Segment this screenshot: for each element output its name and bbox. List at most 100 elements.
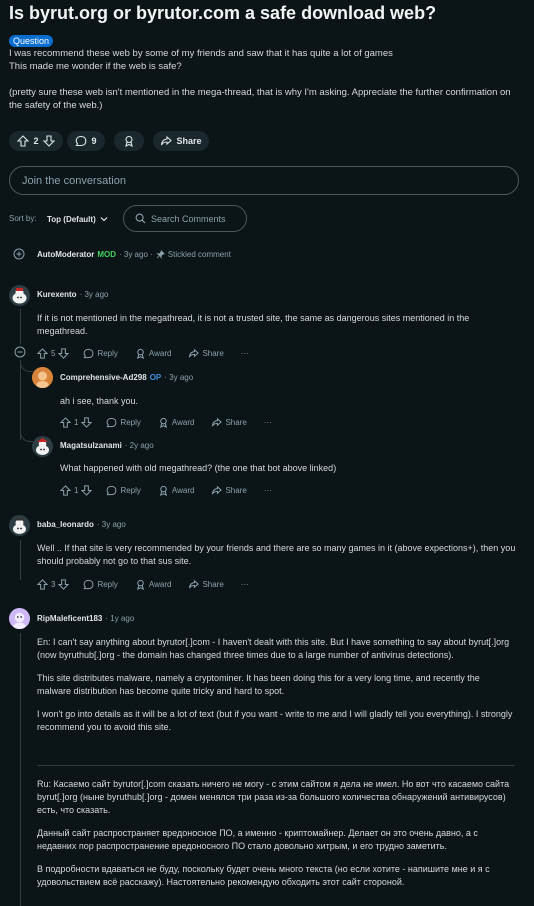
award-label: Award <box>171 485 195 495</box>
reply-label: Reply <box>120 417 141 427</box>
comment-time: · 1y ago <box>105 614 135 623</box>
downvote-icon[interactable] <box>81 416 93 428</box>
comment-author[interactable]: AutoModerator <box>37 250 94 259</box>
comment-body: ah i see, thank you. <box>60 396 139 406</box>
join-conversation-input[interactable]: Join the conversation <box>9 166 519 195</box>
award-button[interactable]: Award <box>135 579 171 590</box>
comment-author[interactable]: Comprehensive-Ad298 <box>60 373 147 382</box>
post-body-line1: I was recommend these web by some of my … <box>9 48 393 59</box>
thread-line[interactable] <box>20 540 21 580</box>
more-options-button[interactable]: ··· <box>264 486 272 495</box>
comment-body: En: I can't say anything about byrutor[.… <box>37 636 515 734</box>
post-award-button[interactable] <box>114 131 144 151</box>
comment-author[interactable]: baba_leonardo <box>37 520 94 529</box>
comment-body: If it is not mentioned in the megathread… <box>37 313 470 336</box>
vote-count: 5 <box>51 348 56 358</box>
share-icon <box>211 417 223 428</box>
upvote-icon[interactable] <box>37 578 48 590</box>
comment-body-ru: Ru: Касаемо сайт byrutor[.]com сказать н… <box>37 778 515 889</box>
comment-paragraph: En: I can't say anything about byrutor[.… <box>37 637 510 660</box>
upvote-icon[interactable] <box>60 416 71 428</box>
comment-header: Magatsulzanami · 2y ago <box>60 441 154 450</box>
reply-button[interactable]: Reply <box>106 417 141 428</box>
share-icon <box>188 348 200 359</box>
award-label: Award <box>148 348 172 358</box>
downvote-icon[interactable] <box>42 135 55 147</box>
comment-time: · 3y ago <box>96 520 126 529</box>
comment-actions: 5 Reply Award Share ··· <box>37 346 249 360</box>
award-button[interactable]: Award <box>158 417 195 428</box>
comment-icon <box>83 579 94 590</box>
reply-button[interactable]: Reply <box>83 579 118 590</box>
comment-time: · 3y ago <box>164 373 194 382</box>
share-icon <box>211 485 223 496</box>
avatar[interactable] <box>9 608 30 629</box>
upvote-icon[interactable] <box>60 484 71 496</box>
more-options-button[interactable]: ··· <box>241 349 249 358</box>
downvote-icon[interactable] <box>81 484 93 496</box>
share-icon <box>160 135 173 147</box>
post-vote-count: 2 <box>33 136 39 146</box>
comment-author[interactable]: Magatsulzanami <box>60 441 122 450</box>
expand-comment-button[interactable] <box>13 248 25 260</box>
comment-actions: 1 Reply Award Share ··· <box>60 483 272 497</box>
comment-author[interactable]: RipMaleficent183 <box>37 614 102 623</box>
thread-elbow <box>20 360 33 372</box>
divider <box>37 765 515 766</box>
share-button[interactable]: Share <box>211 417 247 428</box>
award-button[interactable]: Award <box>135 348 172 359</box>
vote-group: 3 <box>37 578 70 590</box>
thread-line[interactable] <box>20 309 21 344</box>
minus-circle-icon <box>14 346 26 358</box>
search-comments-input[interactable]: Search Comments <box>123 205 247 232</box>
comment-actions: 1 Reply Award Share ··· <box>60 415 272 429</box>
upvote-icon[interactable] <box>37 347 48 359</box>
award-button[interactable]: Award <box>158 485 195 496</box>
more-options-button[interactable]: ··· <box>264 418 272 427</box>
post-vote-pill: 2 <box>9 131 63 151</box>
vote-group: 5 <box>37 347 70 359</box>
avatar[interactable] <box>9 285 30 306</box>
comment-header: Comprehensive-Ad298 OP · 3y ago <box>60 373 193 382</box>
pin-icon <box>155 250 165 259</box>
post-comments-button[interactable]: 9 <box>67 131 105 151</box>
stickied-label: Stickied comment <box>167 250 231 259</box>
post-flair[interactable]: Question <box>9 35 54 47</box>
reply-button[interactable]: Reply <box>106 485 141 496</box>
comment-header: RipMaleficent183 · 1y ago <box>37 614 134 623</box>
comment-actions: 3 Reply Award Share ··· <box>37 577 249 591</box>
more-options-button[interactable]: ··· <box>241 580 249 589</box>
share-label: Share <box>225 485 247 495</box>
comment-paragraph: This site distributes malware, namely a … <box>37 673 480 696</box>
comment-author[interactable]: Kurexento <box>37 290 77 299</box>
award-icon <box>135 348 146 359</box>
post-share-button[interactable]: Share <box>153 131 209 151</box>
thread-line[interactable] <box>20 633 21 906</box>
downvote-icon[interactable] <box>58 578 70 590</box>
comment-time: · 2y ago <box>124 441 154 450</box>
comment-time: · 3y ago <box>79 290 109 299</box>
avatar[interactable] <box>9 515 30 536</box>
award-label: Award <box>171 417 195 427</box>
share-button[interactable]: Share <box>211 485 247 496</box>
post-comment-count: 9 <box>91 136 97 146</box>
reply-button[interactable]: Reply <box>83 348 118 359</box>
avatar[interactable] <box>32 436 53 457</box>
comment-body: What happened with old megathread? (the … <box>60 463 337 473</box>
op-badge: OP <box>149 373 162 382</box>
collapse-thread-button[interactable] <box>14 346 26 358</box>
avatar[interactable] <box>32 367 53 388</box>
share-button[interactable]: Share <box>188 348 224 359</box>
post-share-label: Share <box>176 136 202 146</box>
sort-dropdown[interactable]: Top (Default) <box>47 214 109 224</box>
upvote-icon[interactable] <box>17 135 30 147</box>
post-body-line2: This made me wonder if the web is safe? <box>9 61 182 72</box>
post-body: I was recommend these web by some of my … <box>9 47 524 112</box>
thread-line[interactable] <box>20 360 21 440</box>
downvote-icon[interactable] <box>58 347 70 359</box>
comment-paragraph: I won't go into details as it will be a … <box>37 709 513 732</box>
share-button[interactable]: Share <box>188 579 224 590</box>
comment-time: · 3y ago · <box>119 250 153 259</box>
share-label: Share <box>225 417 247 427</box>
share-label: Share <box>202 579 224 589</box>
